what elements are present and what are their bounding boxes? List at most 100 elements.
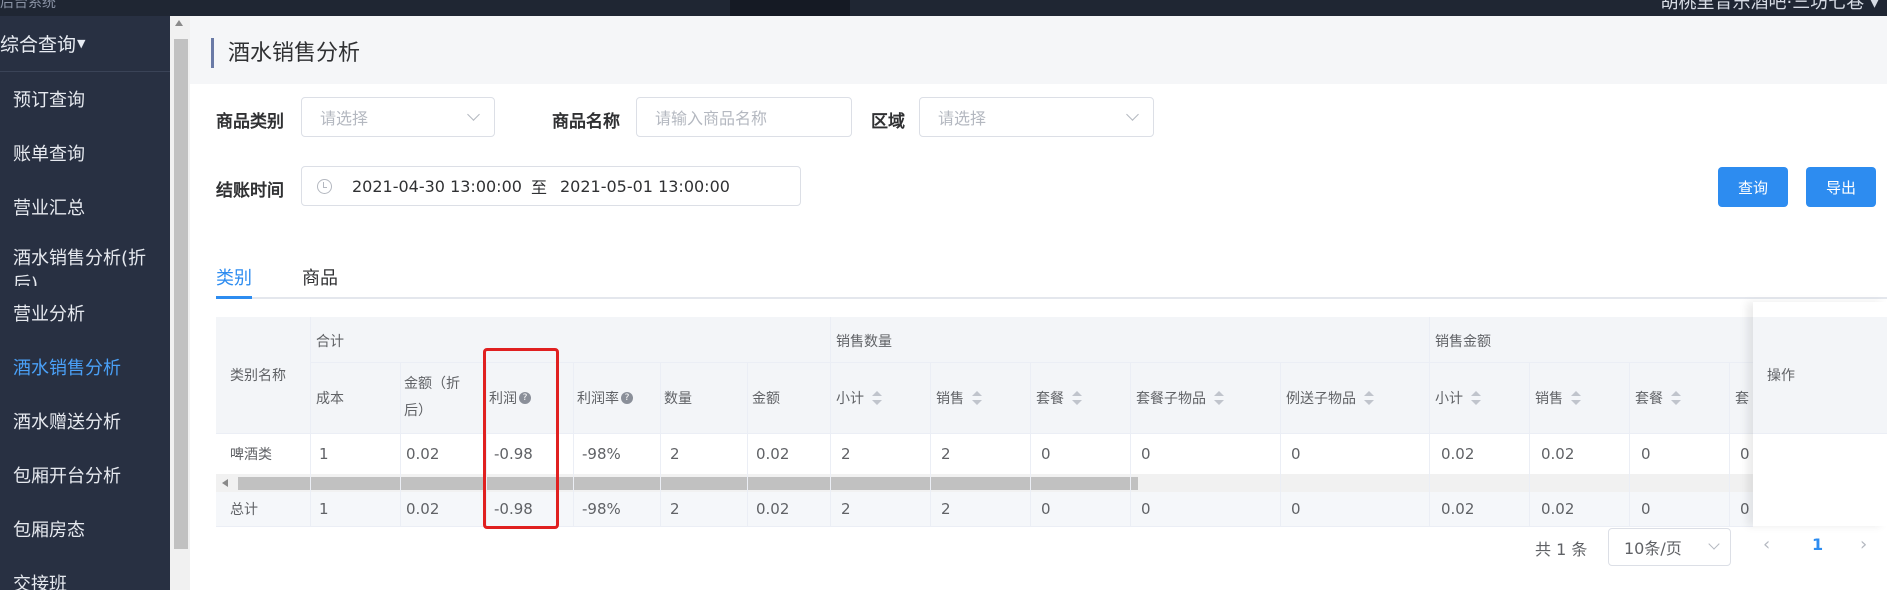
- sidebar-item-label: 酒水赠送分析: [13, 412, 121, 433]
- total-cell: 1: [319, 500, 329, 518]
- total-cell: 0: [1041, 500, 1051, 518]
- scrollbar-thumb[interactable]: [238, 477, 1138, 490]
- sort-icon[interactable]: [1471, 390, 1481, 405]
- sidebar-item-drink-sales-discounted[interactable]: 酒水销售分析(折后): [0, 234, 160, 286]
- column-header-category-name: 类别名称: [230, 317, 310, 433]
- table-cell: 0: [1041, 444, 1051, 463]
- column-header-amount-discounted: 金额（折后）: [404, 362, 480, 433]
- sidebar-item-room-status[interactable]: 包厢房态: [0, 502, 170, 556]
- sort-icon[interactable]: [1072, 390, 1082, 405]
- scroll-left-arrow-icon[interactable]: [222, 479, 228, 487]
- time-start: 2021-04-30 13:00:00: [352, 176, 522, 196]
- help-icon[interactable]: ?: [621, 391, 633, 404]
- page-size-select[interactable]: 10条/页: [1608, 528, 1731, 566]
- sidebar-item-business-summary[interactable]: 营业汇总: [0, 180, 170, 234]
- table-cell: 0.02: [1441, 444, 1475, 463]
- table-cell: 0.02: [406, 444, 440, 463]
- sort-icon[interactable]: [1214, 390, 1224, 405]
- table-cell: 0: [1141, 444, 1151, 463]
- grid-line: [1629, 362, 1630, 526]
- tab-active-indicator: [216, 296, 252, 299]
- chevron-down-icon: [467, 108, 480, 121]
- column-label: 小计: [1435, 390, 1463, 407]
- store-selector[interactable]: 胡桃里音乐酒吧·三坊七巷 ▾: [1661, 0, 1879, 14]
- profit-column-highlight: [483, 348, 559, 529]
- time-separator: 至: [531, 178, 548, 197]
- sort-icon[interactable]: [1364, 390, 1374, 405]
- tab-category[interactable]: 类别: [216, 264, 252, 290]
- table-cell: 0: [1740, 444, 1750, 463]
- grid-line: [1280, 362, 1281, 526]
- sidebar-item-business-analysis[interactable]: 营业分析: [0, 286, 170, 340]
- sidebar-item-label: 包厢房态: [13, 520, 85, 541]
- total-cell: 2: [841, 500, 851, 518]
- scrollbar-thumb[interactable]: [174, 39, 188, 549]
- sidebar-item-booking-query[interactable]: 预订查询: [0, 72, 170, 126]
- column-header-cost: 成本: [316, 362, 396, 433]
- total-cell: -98%: [582, 500, 621, 518]
- grid-line: [1130, 362, 1131, 526]
- export-button[interactable]: 导出: [1806, 167, 1876, 207]
- group-header-total: 合计: [316, 326, 416, 356]
- clock-icon: [317, 179, 332, 194]
- query-button[interactable]: 查询: [1718, 167, 1788, 207]
- total-cell: 0.02: [406, 500, 440, 518]
- total-cell: 0.02: [756, 500, 790, 518]
- grid-line: [216, 526, 1753, 527]
- grid-line: [930, 362, 931, 526]
- group-header-sales-amount: 销售金额: [1435, 326, 1535, 356]
- area-select[interactable]: 请选择: [919, 97, 1154, 137]
- product-name-input[interactable]: 请输入商品名称: [636, 97, 852, 137]
- sidebar-section-toggle[interactable]: 综合查询 ▼: [0, 16, 170, 72]
- checkout-time-range[interactable]: 2021-04-30 13:00:00 至 2021-05-01 13:00:0…: [301, 166, 801, 206]
- column-label: 套餐: [1635, 390, 1663, 407]
- column-header-qty-subtotal[interactable]: 小计: [836, 362, 926, 433]
- sidebar-item-label: 酒水销售分析: [13, 358, 121, 379]
- sidebar-scrollbar[interactable]: [170, 16, 190, 590]
- column-header-qty-sales[interactable]: 销售: [936, 362, 1026, 433]
- total-cell: 0.02: [1541, 500, 1575, 518]
- column-label: 套餐子物品: [1136, 390, 1206, 407]
- pagination-total: 共 1 条: [1535, 540, 1588, 559]
- column-header-amt-subtotal[interactable]: 小计: [1435, 362, 1525, 433]
- chevron-down-icon: [1126, 108, 1139, 121]
- sidebar-item-drink-sales[interactable]: 酒水销售分析: [0, 340, 170, 394]
- sidebar-item-label: 酒水销售分析(折后): [13, 248, 147, 286]
- category-select[interactable]: 请选择: [301, 97, 495, 137]
- column-header-qty-package[interactable]: 套餐: [1036, 362, 1126, 433]
- column-header-qty-package-sub[interactable]: 套餐子物品: [1136, 362, 1276, 433]
- grid-line: [747, 362, 748, 526]
- prev-page-button[interactable]: ‹: [1763, 534, 1770, 555]
- column-header-profit-rate: 利润率?: [577, 362, 657, 433]
- table-cell: 1: [319, 444, 329, 463]
- column-label: 销售: [936, 390, 964, 407]
- sort-icon[interactable]: [872, 390, 882, 405]
- grid-line: [1729, 362, 1730, 526]
- table-cell: 0.02: [1541, 444, 1575, 463]
- sidebar-item-drink-gift[interactable]: 酒水赠送分析: [0, 394, 170, 448]
- page-number-1[interactable]: 1: [1812, 535, 1823, 554]
- column-header-quantity: 数量: [664, 362, 744, 433]
- sort-icon[interactable]: [1671, 390, 1681, 405]
- table-cell: 2: [841, 444, 851, 463]
- grid-line: [1030, 362, 1031, 526]
- next-page-button[interactable]: ›: [1860, 534, 1867, 555]
- table-horizontal-scrollbar[interactable]: [216, 474, 1887, 492]
- scroll-up-arrow-icon[interactable]: [175, 20, 183, 26]
- column-header-amt-package[interactable]: 套餐: [1635, 362, 1725, 433]
- total-cell: 2: [670, 500, 680, 518]
- tab-product[interactable]: 商品: [302, 264, 338, 290]
- sort-icon[interactable]: [1571, 390, 1581, 405]
- column-header-amt-sales[interactable]: 销售: [1535, 362, 1625, 433]
- sidebar-item-bill-query[interactable]: 账单查询: [0, 126, 170, 180]
- sidebar-item-room-open[interactable]: 包厢开台分析: [0, 448, 170, 502]
- sidebar-item-shift-handover[interactable]: 交接班: [0, 556, 170, 590]
- sort-icon[interactable]: [972, 390, 982, 405]
- grid-line: [216, 433, 1753, 434]
- sales-table: 类别名称 合计 销售数量 销售金额 成本 金额（折后） 利润? 利润率? 数量 …: [216, 302, 1887, 527]
- area-placeholder: 请选择: [938, 109, 987, 128]
- table-cell: 0.02: [756, 444, 790, 463]
- column-label: 销售: [1535, 390, 1563, 407]
- column-header-qty-gift-sub[interactable]: 例送子物品: [1286, 362, 1426, 433]
- grid-line: [660, 362, 661, 526]
